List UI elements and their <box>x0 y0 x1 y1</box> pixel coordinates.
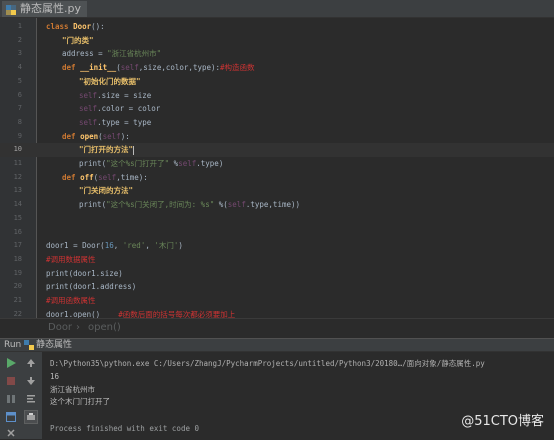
line-number: 9 <box>17 131 22 140</box>
line-number: 2 <box>17 35 22 44</box>
watermark: @51CTO博客 <box>461 414 544 429</box>
play-icon <box>7 358 16 368</box>
run-toolbar <box>0 352 42 439</box>
run-config-name[interactable]: 静态属性 <box>36 339 72 352</box>
arrow-down-icon <box>27 377 35 385</box>
text-cursor <box>133 145 135 155</box>
pause-icon <box>7 395 15 403</box>
soft-wrap-button[interactable] <box>24 392 38 406</box>
line-number: 4 <box>17 63 22 72</box>
breadcrumb-class[interactable]: Door <box>48 322 72 333</box>
line-number: 5 <box>17 76 22 85</box>
line-number: 11 <box>13 159 22 167</box>
code-line: 16 <box>0 226 554 240</box>
line-number: 13 <box>13 186 22 195</box>
code-line: 4 def __init__(self,size,color,type):#构造… <box>0 61 554 75</box>
console-output-line: 浙江省杭州市 <box>50 385 95 394</box>
code-line: 8 self.type = type <box>0 116 554 130</box>
console-exit-line: Process finished with exit code 0 <box>50 424 200 433</box>
line-number: 20 <box>13 282 22 291</box>
code-line: 15 <box>0 212 554 226</box>
code-line: 12 def off(self,time): <box>0 171 554 185</box>
code-line: 18 #调用数据属性 <box>0 253 554 267</box>
print-button[interactable] <box>24 410 38 424</box>
code-line: 19 print(door1.size) <box>0 267 554 281</box>
breadcrumb-separator-icon: › <box>76 322 80 333</box>
code-line: 7 self.color = color <box>0 102 554 116</box>
code-line: 20 print(door1.address) <box>0 280 554 294</box>
code-line: 3 address = "浙江省杭州市" <box>0 47 554 61</box>
line-number: 7 <box>17 104 22 113</box>
line-number: 12 <box>13 172 22 181</box>
code-line: 9 def open(self): <box>0 130 554 144</box>
line-number: 14 <box>13 200 22 209</box>
code-line: 21 #调用函数属性 <box>0 294 554 308</box>
code-line: 11 print("这个%s门打开了" %self.type) <box>0 157 554 171</box>
line-number: 6 <box>17 90 22 99</box>
breadcrumb: Door › open() <box>0 318 554 338</box>
line-number: 15 <box>13 213 22 222</box>
code-line: 17 door1 = Door(16, 'red', '木门') <box>0 239 554 253</box>
layout-icon <box>6 412 16 422</box>
line-number: 21 <box>13 296 22 304</box>
code-editor[interactable]: 1 class Door(): 2 "门的类" 3 address = "浙江省… <box>0 18 554 338</box>
editor-tab-bar: 静态属性.py <box>0 0 554 18</box>
code-line: 5 "初始化门的数据" <box>0 75 554 89</box>
code-line: 2 "门的类" <box>0 34 554 48</box>
line-number: 10 <box>13 145 22 154</box>
line-number: 18 <box>13 254 22 263</box>
print-icon <box>27 413 35 420</box>
stop-icon <box>7 377 15 385</box>
code-line: 13 "门关闭的方法" <box>0 184 554 198</box>
run-panel-header: Run 静态属性 <box>0 338 554 352</box>
rerun-button[interactable] <box>4 356 18 370</box>
arrow-up-icon <box>27 359 35 367</box>
line-number: 17 <box>13 241 22 250</box>
line-number: 19 <box>13 268 22 277</box>
line-number: 16 <box>13 227 22 236</box>
line-number: 8 <box>17 117 22 126</box>
python-file-icon <box>6 4 16 15</box>
run-label: Run <box>4 340 22 350</box>
current-code-line: 10 "门打开的方法" <box>0 143 554 157</box>
close-icon <box>7 429 15 437</box>
console-command-line: D:\Python35\python.exe C:/Users/ZhangJ/P… <box>50 359 485 368</box>
stop-button[interactable] <box>4 374 18 388</box>
code-line: 14 print("这个%s门关闭了,时间为: %s" %(self.type,… <box>0 198 554 212</box>
scroll-up-button[interactable] <box>24 356 38 370</box>
file-tab-label: 静态属性.py <box>20 2 81 15</box>
line-number: 3 <box>17 49 22 58</box>
file-tab[interactable]: 静态属性.py <box>2 1 87 17</box>
console-output-line: 这个木门门打开了 <box>50 397 110 406</box>
line-number: 1 <box>17 22 22 30</box>
wrap-icon <box>27 395 35 403</box>
pause-button[interactable] <box>4 392 18 406</box>
scroll-down-button[interactable] <box>24 374 38 388</box>
settings-button[interactable] <box>4 410 18 424</box>
breadcrumb-method[interactable]: open() <box>88 322 121 333</box>
code-line: 1 class Door(): <box>0 20 554 34</box>
console-output-line: 16 <box>50 372 60 381</box>
close-run-button[interactable] <box>4 426 18 440</box>
code-line: 6 self.size = size <box>0 89 554 103</box>
